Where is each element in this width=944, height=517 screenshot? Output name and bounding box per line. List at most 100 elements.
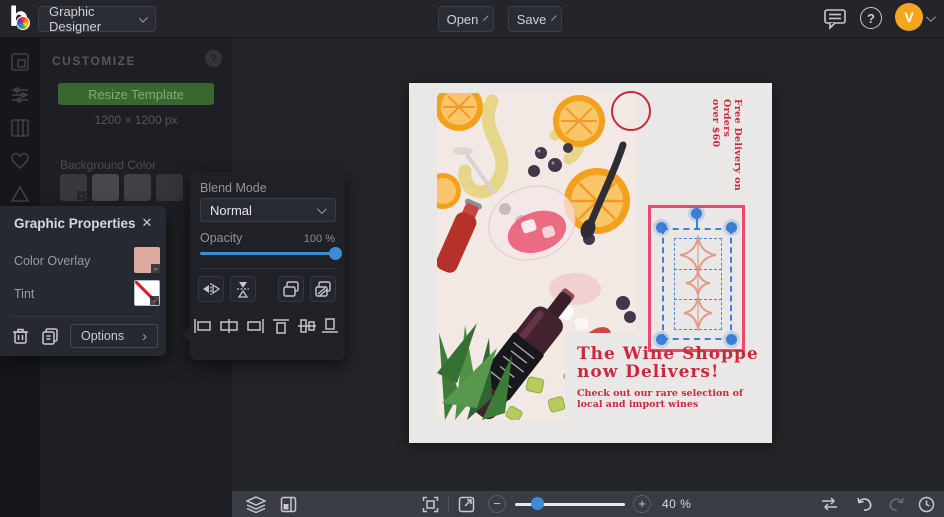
background-color-swatch-2[interactable]: [92, 174, 119, 201]
layers-icon[interactable]: [246, 496, 266, 513]
chevron-down-icon: [317, 204, 327, 214]
save-button[interactable]: Save: [508, 6, 562, 32]
align-middle-vertical-icon[interactable]: [297, 318, 319, 338]
panel-title: Graphic Properties: [14, 216, 136, 231]
opacity-slider-handle[interactable]: [329, 247, 342, 260]
resize-handle-bottom-left[interactable]: [656, 334, 667, 345]
before-after-compare-icon[interactable]: [820, 496, 839, 512]
options-label: Options: [81, 329, 124, 343]
zoom-in-button[interactable]: +: [633, 495, 651, 513]
body-text[interactable]: Check out our rare selection of local an…: [577, 388, 743, 410]
bring-forward-icon[interactable]: [278, 276, 304, 302]
body-line-1: Check out our rare selection of: [577, 388, 743, 399]
flip-vertical-icon[interactable]: [230, 276, 256, 302]
customize-help-icon[interactable]: ?: [205, 50, 222, 67]
zoom-slider-handle[interactable]: [531, 497, 544, 510]
avatar-initial: V: [904, 9, 913, 25]
graphic-properties-panel: Graphic Properties ✕ Color Overlay ⌄ Tin…: [0, 206, 166, 356]
background-color-swatch-1[interactable]: ⌄: [60, 174, 87, 201]
user-avatar[interactable]: V: [895, 3, 923, 31]
options-button[interactable]: Options ›: [70, 324, 158, 348]
duplicate-icon[interactable]: [38, 324, 62, 348]
edit-sliders-icon[interactable]: [10, 85, 30, 105]
selection-bounding-box[interactable]: [662, 228, 732, 340]
align-center-horizontal-icon[interactable]: [219, 318, 241, 338]
align-bottom-icon[interactable]: [320, 318, 342, 338]
divider: [10, 316, 156, 317]
color-overlay-swatch[interactable]: ⌄: [134, 247, 160, 273]
divider: [448, 496, 449, 512]
chevron-down-icon: [139, 13, 148, 22]
open-label: Open: [447, 12, 479, 27]
app-menu-button[interactable]: Graphic Designer: [38, 6, 156, 32]
flip-horizontal-icon[interactable]: [198, 276, 224, 302]
background-color-swatch-4[interactable]: [156, 174, 183, 201]
templates-icon[interactable]: [10, 52, 30, 72]
layouts-icon[interactable]: [10, 118, 30, 138]
background-color-label: Background Color: [60, 158, 156, 172]
close-glyph: ✕: [142, 215, 153, 231]
opacity-value: 100 %: [304, 233, 335, 245]
favorites-heart-icon[interactable]: [10, 151, 30, 171]
popup-pointer: [183, 327, 190, 341]
help-icon[interactable]: ?: [860, 7, 882, 29]
headline-text[interactable]: The Wine Shoppe now Delivers!: [577, 345, 759, 381]
logo-rainbow-disc: [16, 16, 30, 30]
bottom-toolbar: − + 40 %: [232, 491, 944, 517]
opacity-slider[interactable]: [200, 252, 336, 255]
tint-label: Tint: [14, 287, 34, 301]
align-left-icon[interactable]: [193, 318, 215, 338]
account-chevron-down-icon[interactable]: [926, 12, 936, 22]
promo-line-2: over $60: [710, 99, 721, 219]
befunky-graphic-designer-app: b Graphic Designer Open Save ? V: [0, 0, 944, 517]
opacity-label: Opacity: [200, 231, 242, 245]
feedback-chat-icon[interactable]: [823, 8, 847, 30]
close-icon[interactable]: ✕: [138, 214, 156, 232]
undo-icon[interactable]: [855, 496, 873, 512]
chevron-down-icon: [551, 15, 557, 21]
vertical-promo-text[interactable]: Free Delivery on Orders over $60: [719, 99, 743, 219]
blend-mode-label: Blend Mode: [200, 181, 267, 195]
resize-template-label: Resize Template: [88, 87, 184, 102]
align-right-icon[interactable]: [245, 318, 267, 338]
canvas-size-label: 1200 × 1200 px: [40, 113, 232, 127]
history-clock-icon[interactable]: [918, 496, 935, 513]
graphics-triangle-icon[interactable]: [10, 184, 30, 204]
resize-handle-bottom-right[interactable]: [726, 334, 737, 345]
red-circle-graphic[interactable]: [611, 91, 651, 131]
redo-icon[interactable]: [888, 496, 906, 512]
befunky-logo[interactable]: b: [9, 1, 39, 35]
customize-title: CUSTOMIZE: [52, 54, 136, 68]
send-backward-icon[interactable]: [310, 276, 336, 302]
blend-mode-select[interactable]: Normal: [200, 198, 336, 222]
resize-handle-top-right[interactable]: [726, 222, 737, 233]
zoom-out-button[interactable]: −: [488, 495, 506, 513]
save-label: Save: [517, 12, 547, 27]
resize-handle-top-left[interactable]: [656, 222, 667, 233]
layout-manager-icon[interactable]: [280, 496, 297, 513]
design-canvas[interactable]: Free Delivery on Orders over $60: [409, 83, 772, 443]
chevron-down-icon: [483, 15, 489, 21]
plus-glyph: +: [638, 496, 646, 511]
tint-swatch-none[interactable]: ⌄: [134, 280, 160, 306]
fit-to-screen-icon[interactable]: [422, 496, 439, 513]
app-menu-label: Graphic Designer: [49, 4, 133, 34]
color-overlay-label: Color Overlay: [14, 254, 90, 268]
help-glyph: ?: [210, 53, 217, 65]
blend-options-popup: Blend Mode Normal Opacity 100 %: [190, 172, 345, 360]
zoom-percentage: 40 %: [662, 497, 691, 511]
blend-mode-value: Normal: [210, 203, 252, 218]
swatch-dropdown-corner: ⌄: [77, 191, 86, 200]
swatch-dropdown-corner: ⌄: [151, 264, 160, 273]
align-top-icon[interactable]: [271, 318, 293, 338]
open-button[interactable]: Open: [438, 6, 494, 32]
promo-line-1: Free Delivery on Orders: [721, 99, 743, 219]
resize-template-button[interactable]: Resize Template: [58, 83, 214, 105]
top-bar: b Graphic Designer Open Save ? V: [0, 0, 944, 38]
delete-trash-icon[interactable]: [8, 324, 32, 348]
full-preview-icon[interactable]: [458, 496, 475, 513]
divider: [200, 268, 336, 269]
headline-line-2: now Delivers!: [577, 363, 759, 381]
background-color-swatch-3[interactable]: [124, 174, 151, 201]
rotation-handle[interactable]: [691, 208, 702, 219]
